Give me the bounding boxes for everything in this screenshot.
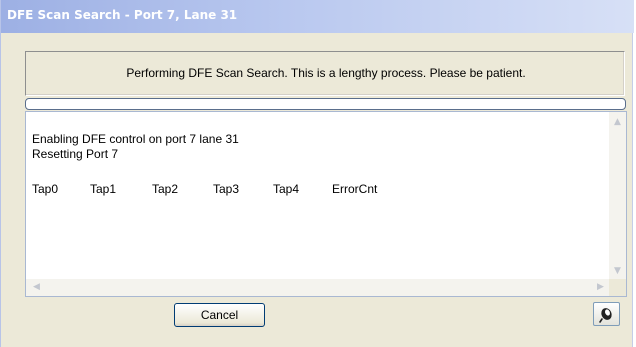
log-column: Tap0: [32, 182, 59, 196]
log-column: Tap3: [213, 182, 240, 196]
log-content: Enabling DFE control on port 7 lane 31 R…: [32, 132, 600, 162]
window-title: DFE Scan Search - Port 7, Lane 31: [7, 8, 238, 22]
scroll-up-icon[interactable]: ▲: [609, 114, 626, 131]
log-column: Tap4: [273, 182, 300, 196]
vertical-scrollbar[interactable]: ▲ ▼: [609, 112, 626, 280]
cancel-button[interactable]: Cancel: [174, 303, 265, 327]
dfe-scan-dialog: DFE Scan Search - Port 7, Lane 31 Perfor…: [0, 0, 634, 347]
log-column: Tap1: [90, 182, 117, 196]
clear-log-button[interactable]: [593, 302, 620, 326]
log-column: Tap2: [152, 182, 179, 196]
log-line: Enabling DFE control on port 7 lane 31: [32, 132, 239, 146]
message-panel: Performing DFE Scan Search. This is a le…: [25, 51, 625, 96]
scroll-right-icon[interactable]: ▶: [592, 279, 609, 296]
scrollbar-corner: [609, 279, 626, 296]
log-output[interactable]: Enabling DFE control on port 7 lane 31 R…: [25, 111, 627, 297]
horizontal-scrollbar[interactable]: ◀ ▶: [26, 279, 609, 296]
progress-bar: [25, 98, 626, 110]
log-line: Resetting Port 7: [32, 147, 119, 161]
status-message: Performing DFE Scan Search. This is a le…: [126, 66, 526, 80]
title-bar[interactable]: DFE Scan Search - Port 7, Lane 31: [1, 0, 634, 33]
scroll-left-icon[interactable]: ◀: [28, 279, 45, 296]
scroll-down-icon[interactable]: ▼: [609, 263, 626, 280]
eraser-icon: [599, 308, 612, 323]
log-column: ErrorCnt: [332, 182, 378, 196]
